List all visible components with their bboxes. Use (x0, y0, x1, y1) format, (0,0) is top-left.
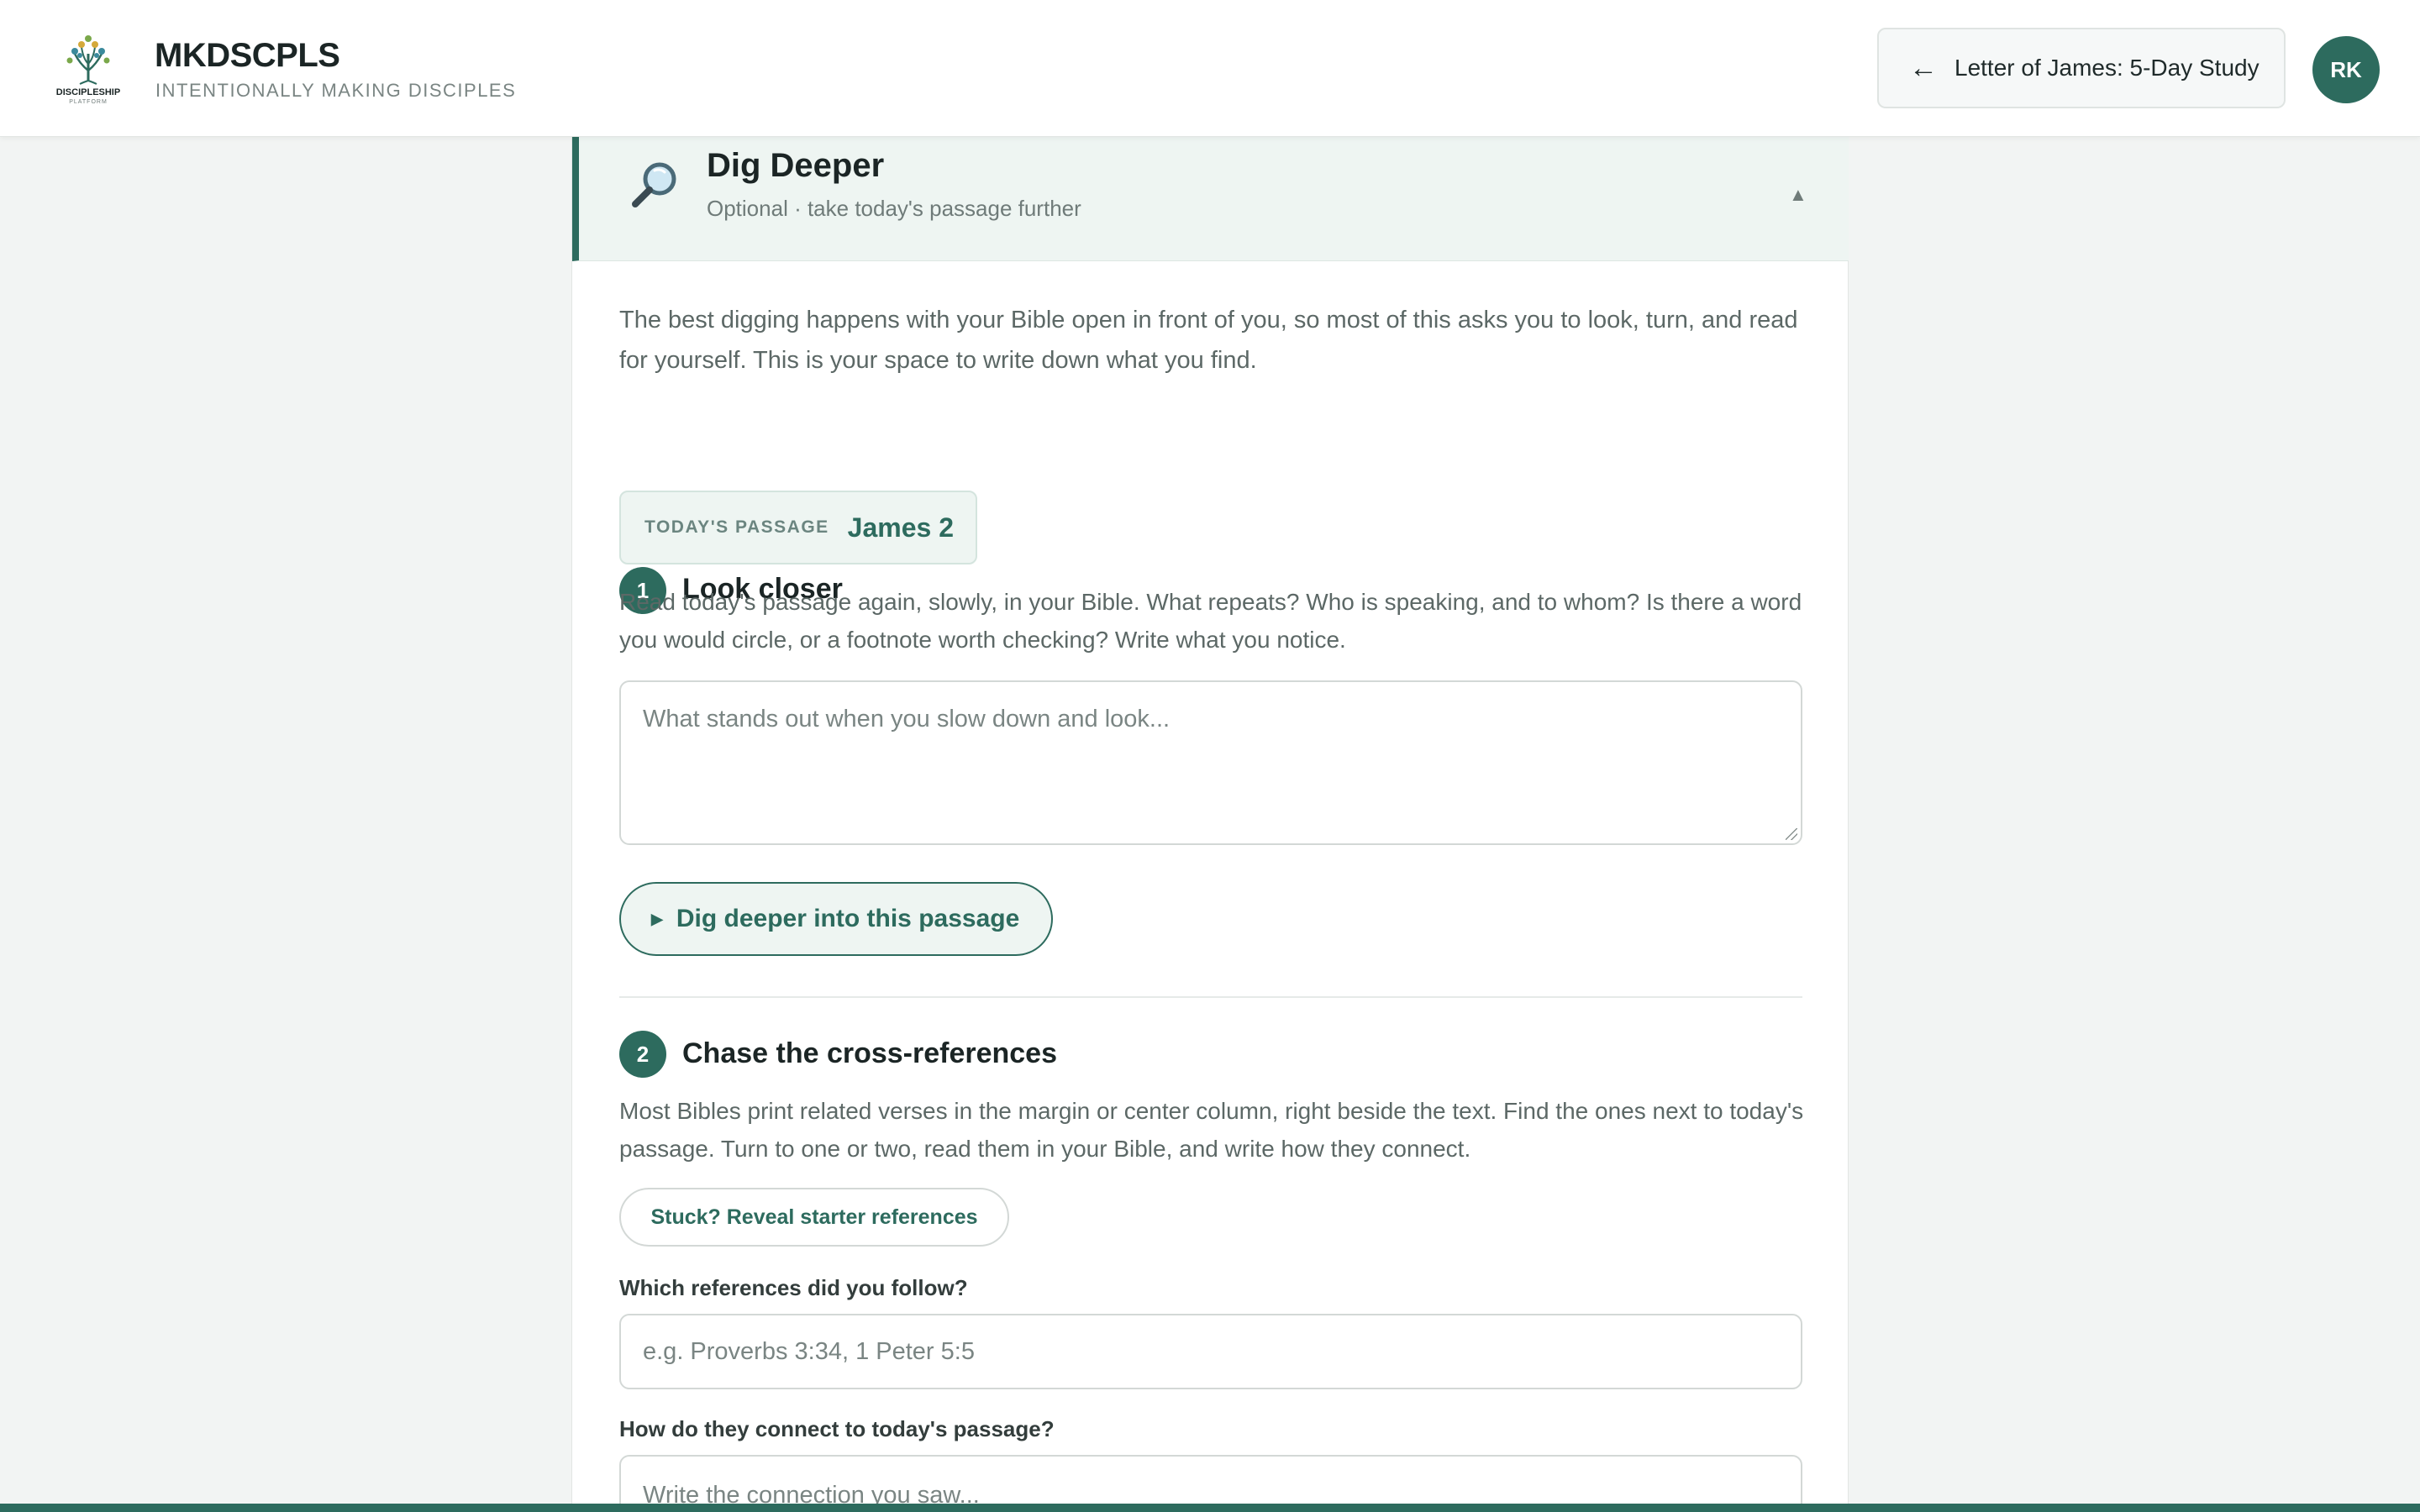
bottom-accent-bar (0, 1504, 2420, 1512)
passage-label: TODAY'S PASSAGE (644, 517, 829, 537)
play-triangle-icon: ▶ (651, 910, 663, 927)
reveal-starter-references-button[interactable]: Stuck? Reveal starter references (619, 1188, 1009, 1247)
passage-reference: James 2 (847, 512, 954, 543)
step-2-instructions: Most Bibles print related verses in the … (619, 1098, 1804, 1162)
brand-tagline: INTENTIONALLY MAKING DISCIPLES (155, 80, 517, 101)
discipleship-logo[interactable]: DISCIPLESHIP PLATFORM (46, 29, 130, 106)
resize-handle-icon[interactable] (1786, 828, 1797, 840)
dig-deeper-card: Dig Deeper Optional · take today's passa… (571, 137, 1849, 1512)
back-to-study-button[interactable]: ← Letter of James: 5-Day Study (1877, 28, 2286, 108)
dig-deeper-passage-button[interactable]: ▶ Dig deeper into this passage (619, 882, 1053, 956)
dig-button-label: Dig deeper into this passage (676, 905, 1020, 932)
section-subtitle: Optional · take today's passage further (707, 196, 1081, 221)
step-2-title: Chase the cross-references (682, 1037, 1058, 1069)
step-1-instructions: Read today's passage again, slowly, in y… (619, 589, 1802, 653)
user-avatar[interactable]: RK (2312, 36, 2380, 103)
textarea-placeholder: What stands out when you slow down and l… (643, 706, 1171, 732)
back-button-label: Letter of James: 5-Day Study (1954, 55, 2260, 81)
references-placeholder: e.g. Proverbs 3:34, 1 Peter 5:5 (643, 1337, 975, 1365)
references-label: Which references did you follow? (619, 1275, 968, 1300)
section-title: Dig Deeper (707, 147, 885, 184)
connection-label: How do they connect to today's passage? (619, 1416, 1055, 1441)
logo-text: DISCIPLESHIP (56, 87, 120, 97)
references-input[interactable]: e.g. Proverbs 3:34, 1 Peter 5:5 (619, 1314, 1802, 1389)
dig-deeper-header[interactable]: Dig Deeper Optional · take today's passa… (572, 137, 1849, 261)
logo-subtext: PLATFORM (69, 99, 108, 105)
back-arrow-icon: ← (1909, 52, 1938, 84)
look-closer-notes-textarea[interactable]: What stands out when you slow down and l… (619, 680, 1802, 845)
app-header: DISCIPLESHIP PLATFORM MKDSCPLS INTENTION… (0, 0, 2420, 137)
section-divider (619, 996, 1802, 998)
intro-text: The best digging happens with your Bible… (619, 307, 1798, 374)
step-2-badge: 2 (619, 1031, 666, 1078)
collapse-chevron-icon[interactable]: ▲ (1789, 184, 1807, 206)
brand-name: MKDSCPLS (155, 37, 340, 74)
magnifier-icon (632, 162, 676, 207)
tree-logo-icon: DISCIPLESHIP PLATFORM (56, 35, 120, 105)
todays-passage-chip: TODAY'S PASSAGE James 2 (619, 491, 977, 564)
